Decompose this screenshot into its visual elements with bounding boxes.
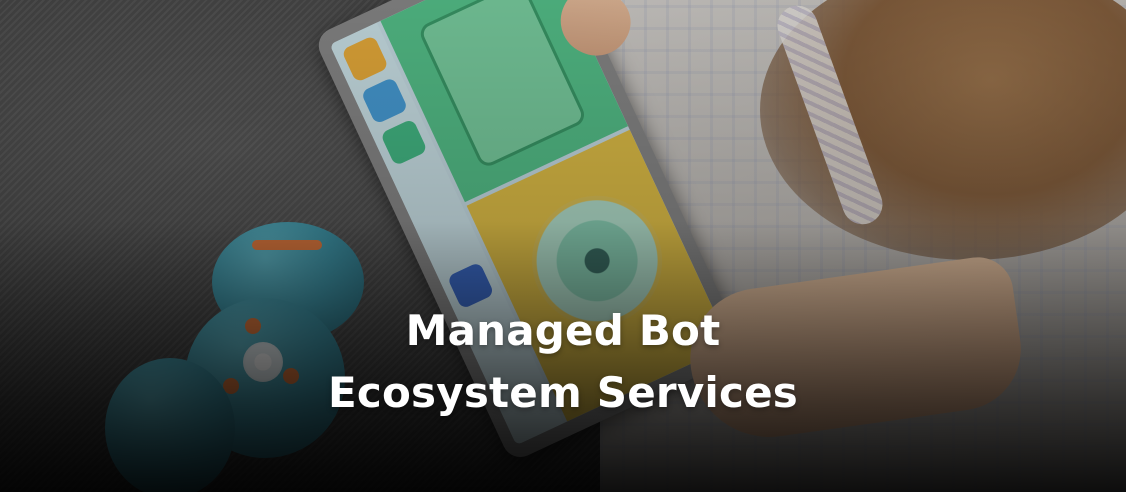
hero-banner: Managed Bot Ecosystem Services xyxy=(0,0,1126,492)
hero-title-line-2: Ecosystem Services xyxy=(328,368,798,417)
hero-title-line-1: Managed Bot xyxy=(405,306,721,355)
hero-title: Managed Bot Ecosystem Services xyxy=(0,300,1126,424)
